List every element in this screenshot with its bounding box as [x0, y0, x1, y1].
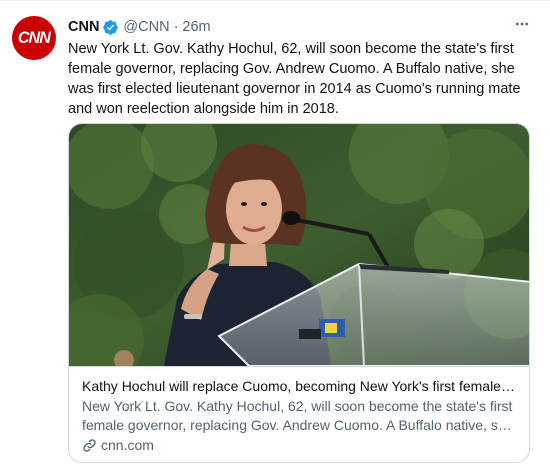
user-handle[interactable]: @CNN — [123, 19, 169, 35]
tweet-header: CNN @CNN · 26m — [68, 17, 211, 37]
timestamp[interactable]: 26m — [182, 19, 210, 35]
link-card[interactable]: Kathy Hochul will replace Cuomo, becomin… — [68, 123, 530, 463]
card-body: Kathy Hochul will replace Cuomo, becomin… — [82, 376, 518, 453]
card-domain: cnn.com — [82, 437, 518, 453]
more-options-icon — [514, 16, 530, 37]
card-image — [69, 124, 529, 366]
card-description: New York Lt. Gov. Kathy Hochul, 62, will… — [82, 398, 514, 433]
verified-badge-icon — [102, 19, 119, 36]
separator-dot: · — [173, 19, 179, 35]
display-name[interactable]: CNN — [68, 19, 99, 35]
link-icon — [82, 438, 97, 453]
card-divider — [69, 366, 529, 367]
more-options-button[interactable] — [512, 16, 532, 36]
card-domain-text: cnn.com — [101, 437, 154, 453]
cnn-logo: CNN — [17, 28, 51, 47]
card-title: Kathy Hochul will replace Cuomo, becomin… — [82, 378, 518, 394]
avatar[interactable]: CNN — [12, 16, 56, 60]
tweet-text: New York Lt. Gov. Kathy Hochul, 62, will… — [68, 41, 521, 117]
tweet[interactable]: CNN CNN @CNN · 26m New York Lt. Gov. Kat… — [0, 0, 550, 472]
